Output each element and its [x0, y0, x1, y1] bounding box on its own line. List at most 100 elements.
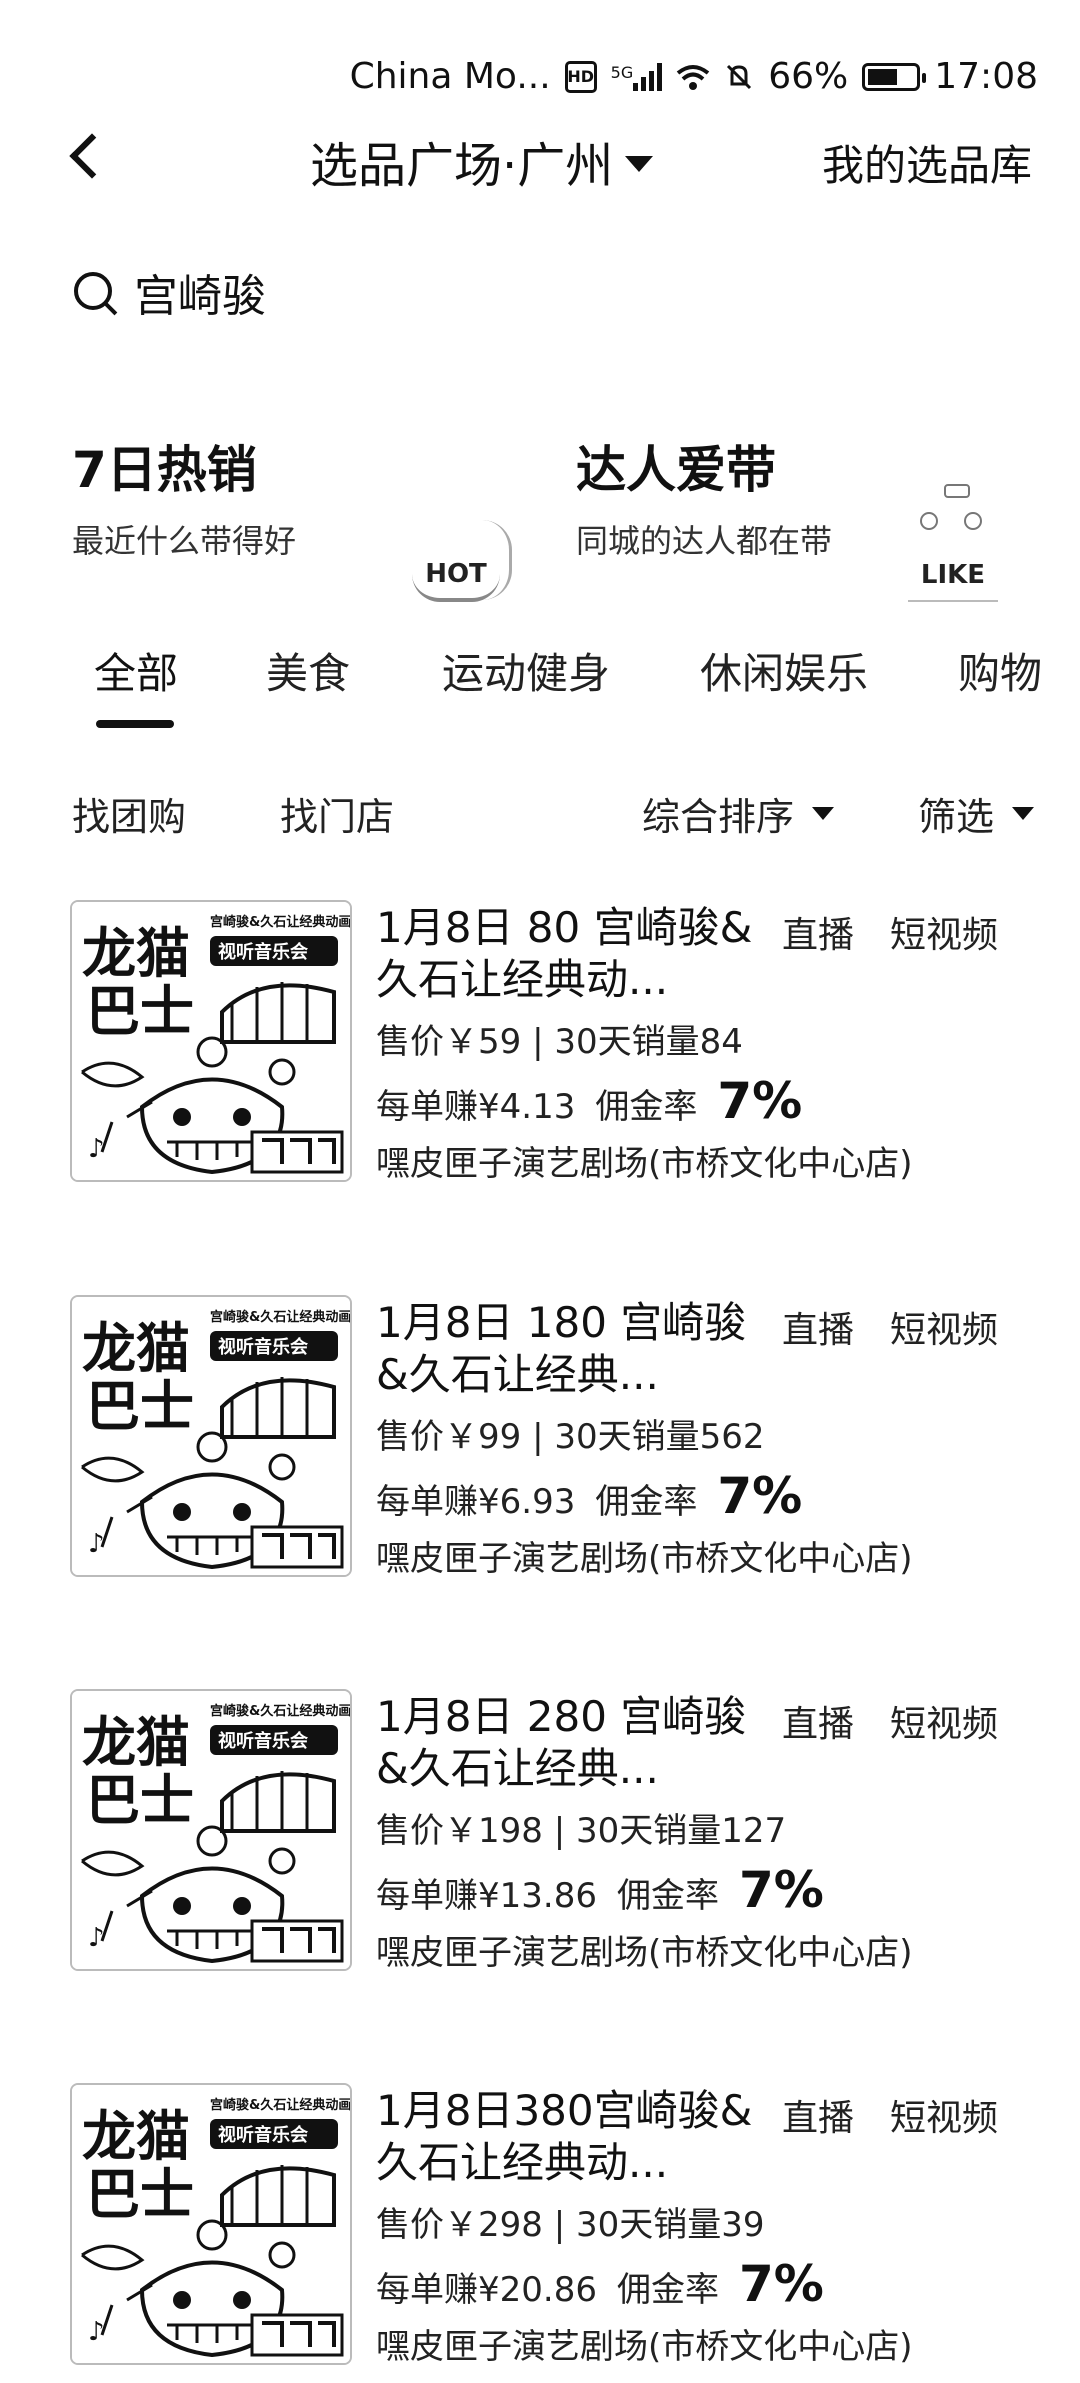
live-tag[interactable]: 直播	[782, 2089, 854, 2141]
search-icon	[72, 270, 116, 314]
product-card[interactable]: 龙猫 巴士 宫崎骏&久石让经典动画电影 视听音乐会 ♪ 1月8日 18	[0, 1295, 1080, 1595]
like-badge-icon: LIKE	[908, 550, 998, 602]
feature-hot-sales[interactable]: 7日热销 最近什么带得好	[72, 430, 296, 562]
mute-bell-icon	[724, 62, 754, 92]
live-tag[interactable]: 直播	[782, 906, 854, 958]
tab-shopping[interactable]: 购物	[958, 640, 1042, 701]
commission-rate: 7%	[717, 1072, 803, 1130]
status-bar: China Mo... HD 5G 66% 17:08	[0, 0, 1080, 120]
price-and-sales: 售价￥59 | 30天销量84	[376, 1022, 743, 1062]
svg-text:视听音乐会: 视听音乐会	[218, 941, 308, 963]
price-and-sales: 售价￥298 | 30天销量39	[376, 2205, 765, 2245]
feature-title: 7日热销	[72, 441, 257, 499]
signal-icon: 5G	[610, 62, 663, 91]
live-tag[interactable]: 直播	[782, 1695, 854, 1747]
product-thumbnail[interactable]: 龙猫 巴士 宫崎骏&久石让经典动画电影 视听音乐会 ♪	[70, 2083, 352, 2365]
svg-text:龙猫: 龙猫	[82, 922, 190, 985]
city-selector[interactable]: 选品广场·广州	[310, 126, 654, 196]
battery-percent: 66%	[768, 56, 849, 97]
svg-text:巴士: 巴士	[86, 1375, 194, 1438]
svg-text:宫崎骏&久石让经典动画电影: 宫崎骏&久石让经典动画电影	[210, 2097, 350, 2113]
filter-label: 找团购	[72, 795, 187, 839]
price-and-sales: 售价￥198 | 30天销量127	[376, 1811, 787, 1851]
commission-row: 每单赚¥6.93 佣金率 7%	[376, 1467, 802, 1525]
commission-row: 每单赚¥4.13 佣金率 7%	[376, 1072, 802, 1130]
feature-title: 达人爱带	[576, 441, 776, 499]
sort-dropdown[interactable]: 综合排序	[642, 786, 835, 841]
short-video-tag[interactable]: 短视频	[890, 2089, 998, 2141]
my-library-link[interactable]: 我的选品库	[822, 132, 1032, 193]
tab-food[interactable]: 美食	[266, 640, 350, 701]
store-name: 嘿皮匣子演艺剧场(市桥文化中心店)	[376, 2327, 913, 2367]
svg-text:龙猫: 龙猫	[82, 2105, 190, 2168]
chevron-down-icon	[625, 156, 654, 172]
back-button[interactable]	[60, 128, 120, 188]
commission-row: 每单赚¥20.86 佣金率 7%	[376, 2255, 824, 2313]
feature-subtitle: 最近什么带得好	[72, 522, 297, 560]
wifi-icon	[676, 63, 710, 91]
commission-rate: 7%	[738, 1861, 824, 1919]
product-title[interactable]: 1月8日 280 宫崎骏&久石让经典...	[376, 1691, 756, 1795]
category-tabs: 全部 美食 运动健身 休闲娱乐 购物	[0, 640, 1080, 740]
short-video-tag[interactable]: 短视频	[890, 906, 998, 958]
nav-bar: 选品广场·广州 我的选品库	[0, 120, 1080, 200]
svg-text:视听音乐会: 视听音乐会	[218, 2124, 308, 2146]
find-group-buy-button[interactable]: 找团购	[72, 786, 186, 841]
svg-text:巴士: 巴士	[86, 1769, 194, 1832]
product-title[interactable]: 1月8日 180 宫崎骏&久石让经典...	[376, 1297, 756, 1401]
product-card[interactable]: 龙猫 巴士 宫崎骏&久石让经典动画电影 视听音乐会 ♪ 1月8日 80	[0, 900, 1080, 1200]
tab-all[interactable]: 全部	[94, 640, 178, 701]
filter-dropdown[interactable]: 筛选	[918, 786, 1035, 841]
commission-rate: 7%	[738, 2255, 824, 2313]
svg-text:巴士: 巴士	[86, 980, 194, 1043]
commission-rate-label: 佣金率	[616, 2270, 719, 2310]
poster-image: 龙猫 巴士 宫崎骏&久石让经典动画电影 视听音乐会 ♪	[72, 902, 350, 1180]
network-type-label: 5G	[610, 62, 634, 82]
svg-text:视听音乐会: 视听音乐会	[218, 1730, 308, 1752]
triangle-down-icon	[812, 807, 835, 820]
tab-sports-fitness[interactable]: 运动健身	[442, 640, 610, 701]
product-card[interactable]: 龙猫 巴士 宫崎骏&久石让经典动画电影 视听音乐会 ♪ 1月8日380	[0, 2083, 1080, 2383]
short-video-tag[interactable]: 短视频	[890, 1695, 998, 1747]
feature-subtitle: 同城的达人都在带	[576, 522, 833, 560]
feature-cards: 7日热销 最近什么带得好 HOT 达人爱带 同城的达人都在带 LIKE	[72, 430, 1080, 610]
product-thumbnail[interactable]: 龙猫 巴士 宫崎骏&久石让经典动画电影 视听音乐会 ♪	[70, 900, 352, 1182]
price-and-sales: 售价￥99 | 30天销量562	[376, 1417, 765, 1457]
filter-bar: 找团购 找门店 综合排序 筛选	[0, 786, 1080, 846]
live-tag[interactable]: 直播	[782, 1301, 854, 1353]
poster-image: 龙猫 巴士 宫崎骏&久石让经典动画电影 视听音乐会 ♪	[72, 1691, 350, 1969]
commission-rate-label: 佣金率	[595, 1482, 698, 1522]
earn-per-order: 每单赚¥6.93	[376, 1482, 576, 1522]
store-name: 嘿皮匣子演艺剧场(市桥文化中心店)	[376, 1144, 913, 1184]
product-card[interactable]: 龙猫 巴士 宫崎骏&久石让经典动画电影 视听音乐会 ♪ 1月8日 28	[0, 1689, 1080, 1989]
search-bar[interactable]	[72, 265, 736, 318]
commission-rate: 7%	[717, 1467, 803, 1525]
feature-creator-favorites[interactable]: 达人爱带 同城的达人都在带	[576, 430, 832, 562]
clock: 17:08	[934, 56, 1038, 97]
svg-text:♪: ♪	[88, 1923, 105, 1953]
svg-text:♪: ♪	[88, 1134, 105, 1164]
filter-label: 筛选	[918, 795, 995, 839]
earn-per-order: 每单赚¥13.86	[376, 1876, 597, 1916]
tab-leisure[interactable]: 休闲娱乐	[700, 640, 868, 701]
like-face-icon	[908, 482, 998, 542]
product-title[interactable]: 1月8日 80 宫崎骏&久石让经典动...	[376, 902, 756, 1006]
svg-text:宫崎骏&久石让经典动画电影: 宫崎骏&久石让经典动画电影	[210, 914, 350, 930]
poster-image: 龙猫 巴士 宫崎骏&久石让经典动画电影 视听音乐会 ♪	[72, 2085, 350, 2363]
product-thumbnail[interactable]: 龙猫 巴士 宫崎骏&久石让经典动画电影 视听音乐会 ♪	[70, 1295, 352, 1577]
svg-text:宫崎骏&久石让经典动画电影: 宫崎骏&久石让经典动画电影	[210, 1309, 350, 1325]
find-store-button[interactable]: 找门店	[280, 786, 394, 841]
short-video-tag[interactable]: 短视频	[890, 1301, 998, 1353]
carrier-label: China Mo...	[349, 56, 551, 97]
product-thumbnail[interactable]: 龙猫 巴士 宫崎骏&久石让经典动画电影 视听音乐会 ♪	[70, 1689, 352, 1971]
svg-text:视听音乐会: 视听音乐会	[218, 1336, 308, 1358]
store-name: 嘿皮匣子演艺剧场(市桥文化中心店)	[376, 1933, 913, 1973]
commission-row: 每单赚¥13.86 佣金率 7%	[376, 1861, 824, 1919]
svg-text:♪: ♪	[88, 2317, 105, 2347]
sort-label: 综合排序	[642, 795, 795, 839]
svg-text:龙猫: 龙猫	[82, 1317, 190, 1380]
earn-per-order: 每单赚¥4.13	[376, 1087, 576, 1127]
search-input[interactable]	[132, 265, 736, 318]
earn-per-order: 每单赚¥20.86	[376, 2270, 597, 2310]
product-title[interactable]: 1月8日380宫崎骏&久石让经典动...	[376, 2085, 756, 2189]
